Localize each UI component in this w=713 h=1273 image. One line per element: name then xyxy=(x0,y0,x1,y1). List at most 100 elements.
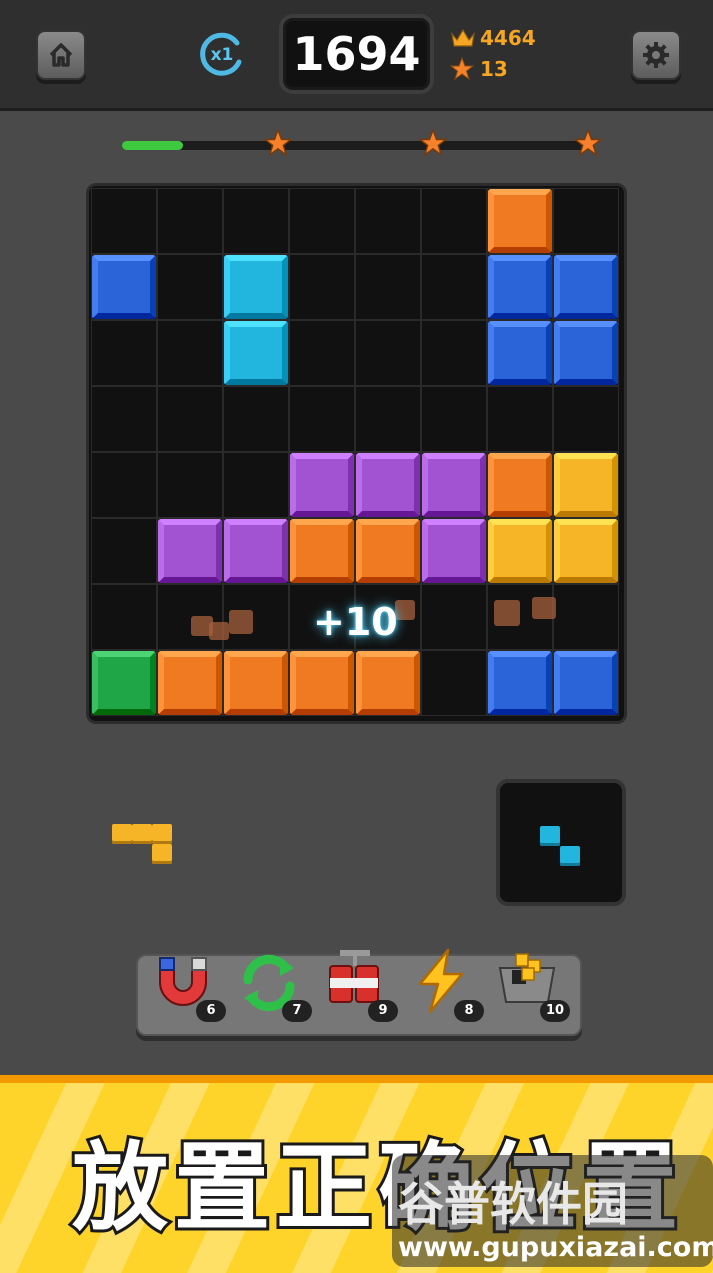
board-cell[interactable] xyxy=(421,188,487,254)
board-cell[interactable] xyxy=(223,386,289,452)
board-cell[interactable] xyxy=(487,386,553,452)
block-green xyxy=(92,651,156,715)
block-orange xyxy=(158,651,222,715)
board-cell[interactable] xyxy=(91,584,157,650)
block-blue xyxy=(554,321,618,385)
progress-star-icon xyxy=(574,129,602,157)
board-cell[interactable] xyxy=(157,254,223,320)
powerup-count: 8 xyxy=(454,1000,484,1022)
magnet-powerup-button[interactable]: 6 xyxy=(146,944,226,1026)
piece-block xyxy=(112,824,132,844)
progress-star-icon xyxy=(264,129,292,157)
block-orange xyxy=(488,453,552,517)
block-blue xyxy=(488,255,552,319)
board-cell[interactable] xyxy=(355,188,421,254)
board-cell[interactable] xyxy=(355,386,421,452)
block-orange xyxy=(290,519,354,583)
board-cell[interactable] xyxy=(553,386,619,452)
board-cell[interactable] xyxy=(223,188,289,254)
combo-label: x1 xyxy=(210,45,234,65)
board-cell[interactable] xyxy=(157,584,223,650)
star-count-value: 13 xyxy=(480,57,508,81)
debris-particle xyxy=(229,610,253,634)
powerup-count: 10 xyxy=(540,1000,570,1022)
powerup-tray: 6 7 9 8 10 xyxy=(136,948,582,1036)
debris-particle xyxy=(532,597,556,619)
board-cell[interactable] xyxy=(91,188,157,254)
block-orange xyxy=(224,651,288,715)
board-cell[interactable] xyxy=(289,188,355,254)
board-cell[interactable] xyxy=(553,584,619,650)
block-crate-powerup-button[interactable]: 10 xyxy=(490,944,570,1026)
block-yellow xyxy=(488,519,552,583)
best-score: 4464 xyxy=(450,26,536,50)
draggable-piece-l[interactable] xyxy=(112,824,174,866)
board-cell[interactable] xyxy=(157,188,223,254)
block-purple xyxy=(158,519,222,583)
board-cell[interactable] xyxy=(355,254,421,320)
block-orange xyxy=(356,519,420,583)
board-cell[interactable] xyxy=(91,518,157,584)
block-purple xyxy=(422,453,486,517)
lightning-powerup-button[interactable]: 8 xyxy=(404,944,484,1026)
board-cell[interactable] xyxy=(157,452,223,518)
refresh-powerup-button[interactable]: 7 xyxy=(232,944,312,1026)
debris-particle xyxy=(209,622,229,640)
score-popup: +10 xyxy=(313,600,398,644)
block-yellow xyxy=(554,453,618,517)
board-cell[interactable] xyxy=(289,320,355,386)
watermark-url: www.gupuxiazai.com xyxy=(398,1232,713,1263)
piece-block xyxy=(560,846,580,866)
progress-fill xyxy=(122,141,184,150)
block-blue xyxy=(554,651,618,715)
board-cell[interactable] xyxy=(91,386,157,452)
board-cell[interactable] xyxy=(421,386,487,452)
star-count: 13 xyxy=(450,57,508,81)
piece-block xyxy=(152,844,172,864)
block-blue xyxy=(488,651,552,715)
combo-multiplier: x1 xyxy=(197,30,247,80)
gear-icon xyxy=(643,42,669,68)
block-purple xyxy=(224,519,288,583)
block-blue xyxy=(554,255,618,319)
powerup-count: 9 xyxy=(368,1000,398,1022)
board-cell[interactable] xyxy=(553,188,619,254)
block-cyan xyxy=(224,321,288,385)
crown-icon xyxy=(451,28,475,47)
board-cell[interactable] xyxy=(421,584,487,650)
block-blue xyxy=(92,255,156,319)
home-button[interactable] xyxy=(36,30,86,80)
powerup-count: 7 xyxy=(282,1000,312,1022)
home-icon xyxy=(49,43,73,67)
debris-particle xyxy=(395,600,415,620)
board-cell[interactable] xyxy=(157,320,223,386)
board-cell[interactable] xyxy=(289,254,355,320)
block-purple xyxy=(422,519,486,583)
block-purple xyxy=(356,453,420,517)
board-cell[interactable] xyxy=(223,452,289,518)
powerup-count: 6 xyxy=(196,1000,226,1022)
best-score-value: 4464 xyxy=(480,26,536,50)
board-cell[interactable] xyxy=(421,650,487,716)
piece-holder-slot[interactable] xyxy=(496,779,626,906)
piece-block xyxy=(540,826,560,846)
top-bar: x1 1694 4464 13 xyxy=(0,0,713,111)
watermark-logo: 谷普软件园 xyxy=(398,1177,628,1231)
board-cell[interactable] xyxy=(421,254,487,320)
tnt-powerup-button[interactable]: 9 xyxy=(318,944,398,1026)
piece-block xyxy=(152,824,172,844)
board-cell[interactable] xyxy=(91,452,157,518)
block-cyan xyxy=(224,255,288,319)
board-cell[interactable] xyxy=(355,320,421,386)
block-purple xyxy=(290,453,354,517)
board-cell[interactable] xyxy=(421,320,487,386)
board-cell[interactable] xyxy=(289,386,355,452)
block-orange xyxy=(290,651,354,715)
board-cell[interactable] xyxy=(157,386,223,452)
board-cell[interactable] xyxy=(91,320,157,386)
score-display: 1694 xyxy=(279,14,434,94)
level-progress-bar xyxy=(122,129,602,157)
block-yellow xyxy=(554,519,618,583)
star-icon xyxy=(450,57,474,81)
settings-button[interactable] xyxy=(631,30,681,80)
